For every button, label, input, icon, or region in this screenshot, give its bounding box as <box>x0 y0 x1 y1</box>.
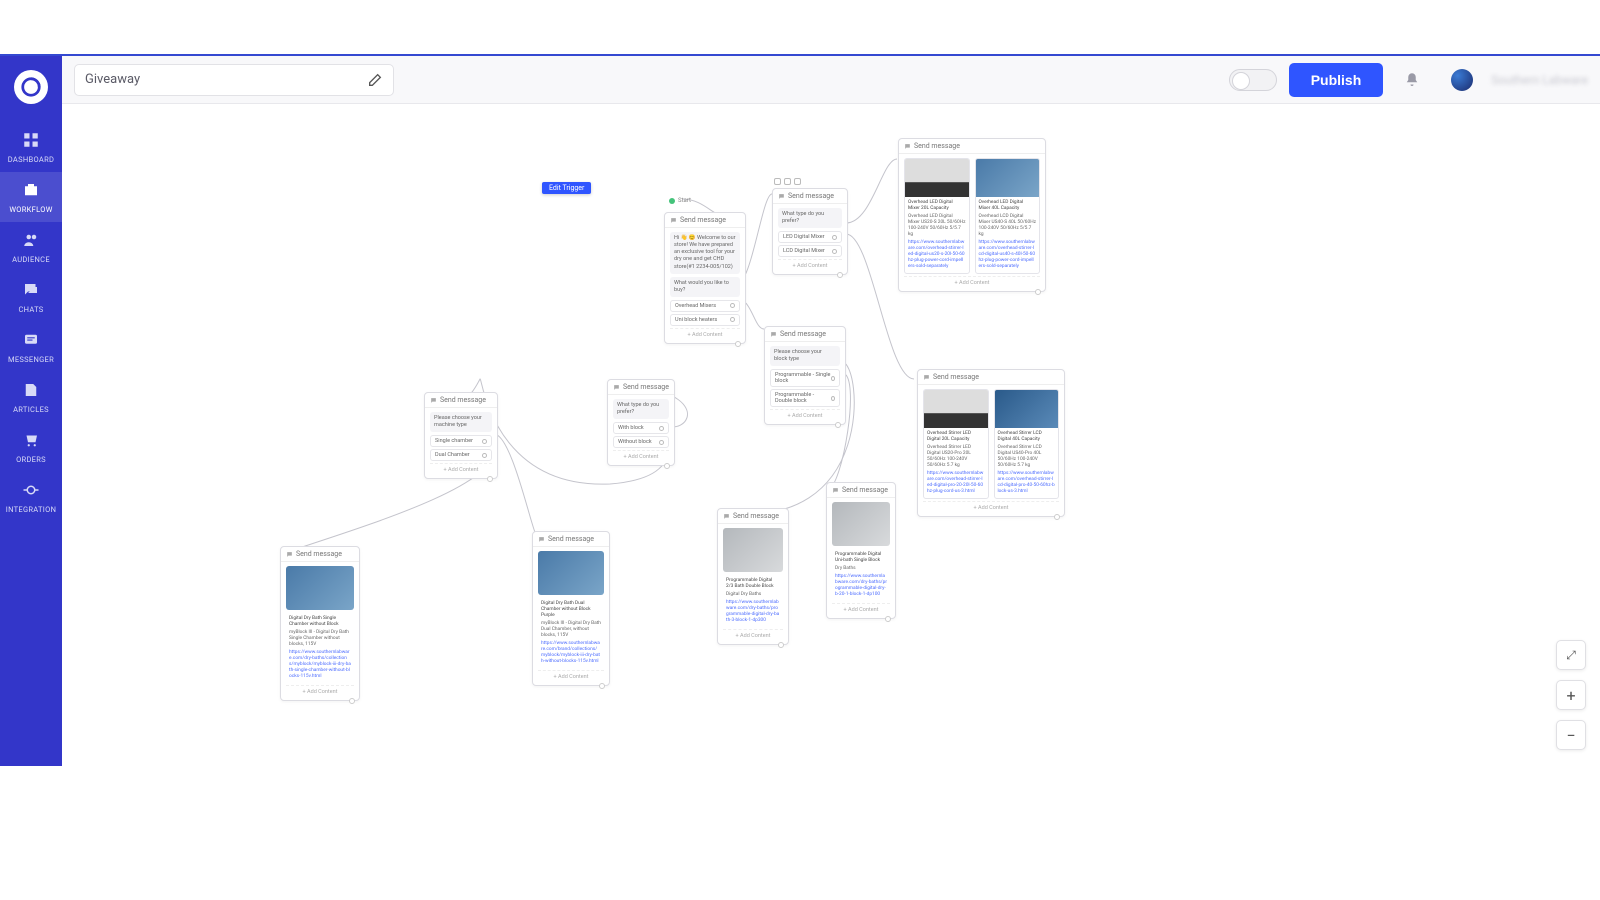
option-dual-chamber[interactable]: Dual Chamber <box>430 449 492 461</box>
nav-articles[interactable]: ARTICLES <box>0 372 62 422</box>
welcome-question: What would you like to buy? <box>670 277 740 297</box>
node-mixer-type[interactable]: Send message What type do you prefer? LE… <box>772 188 848 275</box>
enable-toggle[interactable] <box>1229 69 1277 91</box>
edit-icon <box>367 72 383 88</box>
add-content[interactable]: + Add Content <box>670 328 740 339</box>
node-toolbar[interactable] <box>774 178 801 185</box>
nav-orders[interactable]: ORDERS <box>0 422 62 472</box>
option-lcd-mixer[interactable]: LCD Digital Mixer <box>778 245 842 257</box>
node-machine-type[interactable]: Send message Please choose your machine … <box>424 392 498 479</box>
node-product-double-block[interactable]: Send message Programmable Digital 2/3 Ba… <box>717 508 789 645</box>
nav-messenger[interactable]: MESSENGER <box>0 322 62 372</box>
option-single-block[interactable]: Programmable - Single block <box>770 369 840 387</box>
username: Southern Labware <box>1491 73 1588 87</box>
node-welcome[interactable]: Send message Hi 👋 😊 Welcome to our store… <box>664 212 746 344</box>
option-single-chamber[interactable]: Single chamber <box>430 435 492 447</box>
option-uniblock[interactable]: Uni block heaters <box>670 314 740 326</box>
zoom-out-button[interactable]: − <box>1556 720 1586 750</box>
node-with-block[interactable]: Send message What type do you prefer? Wi… <box>607 379 675 466</box>
edit-trigger-button[interactable]: Edit Trigger <box>542 182 591 194</box>
product-card[interactable]: Overhead Stirrer LED Digital 20L Capacit… <box>923 389 989 499</box>
zoom-in-button[interactable]: + <box>1556 680 1586 710</box>
option-led-mixer[interactable]: LED Digital Mixer <box>778 231 842 243</box>
sidebar: DASHBOARD WORKFLOW AUDIENCE CHATS MESSEN… <box>0 56 62 766</box>
product-card[interactable]: Overhead LED Digital Mixer 20L CapacityO… <box>904 158 970 274</box>
workflow-title-input[interactable]: Giveaway <box>74 64 394 96</box>
option-overhead-mixers[interactable]: Overhead Mixers <box>670 300 740 312</box>
option-with-block[interactable]: With block <box>613 422 669 434</box>
product-card[interactable]: Overhead LED Digital Mixer 40L CapacityO… <box>975 158 1041 274</box>
publish-button[interactable]: Publish <box>1289 63 1384 97</box>
node-block-type[interactable]: Send message Please choose your block ty… <box>764 326 846 425</box>
node-product-single-block[interactable]: Send message Programmable Digital Uni-ba… <box>826 482 896 619</box>
node-product-single-chamber[interactable]: Send message Digital Dry Bath Single Cha… <box>280 546 360 701</box>
nav-integration[interactable]: INTEGRATION <box>0 472 62 522</box>
product-card[interactable]: Overhead Stirrer LCD Digital 40L Capacit… <box>994 389 1060 499</box>
option-double-block[interactable]: Programmable - Double block <box>770 389 840 407</box>
app-logo <box>14 70 48 104</box>
nav-workflow[interactable]: WORKFLOW <box>0 172 62 222</box>
welcome-message: Hi 👋 😊 Welcome to our store! We have pre… <box>670 232 740 274</box>
node-products-mixers-led[interactable]: Send message Overhead LED Digital Mixer … <box>898 138 1046 292</box>
node-product-dual-chamber[interactable]: Send message Digital Dry Bath Dual Chamb… <box>532 531 610 686</box>
header-bar: Giveaway Publish Southern Labware <box>62 56 1600 104</box>
fullscreen-button[interactable]: ⤢ <box>1556 640 1586 670</box>
workflow-title: Giveaway <box>85 72 140 87</box>
option-without-block[interactable]: Without block <box>613 436 669 448</box>
zoom-controls: ⤢ + − <box>1556 640 1586 750</box>
notifications-icon[interactable] <box>1403 71 1421 89</box>
nav-audience[interactable]: AUDIENCE <box>0 222 62 272</box>
nav-chats[interactable]: CHATS <box>0 272 62 322</box>
nav-dashboard[interactable]: DASHBOARD <box>0 122 62 172</box>
user-avatar[interactable] <box>1451 69 1473 91</box>
node-products-mixers-lcd[interactable]: Send message Overhead Stirrer LED Digita… <box>917 369 1065 517</box>
workflow-canvas[interactable]: Edit Trigger Start Send message Hi 👋 😊 W… <box>62 104 1600 764</box>
start-node: Start <box>669 197 691 204</box>
